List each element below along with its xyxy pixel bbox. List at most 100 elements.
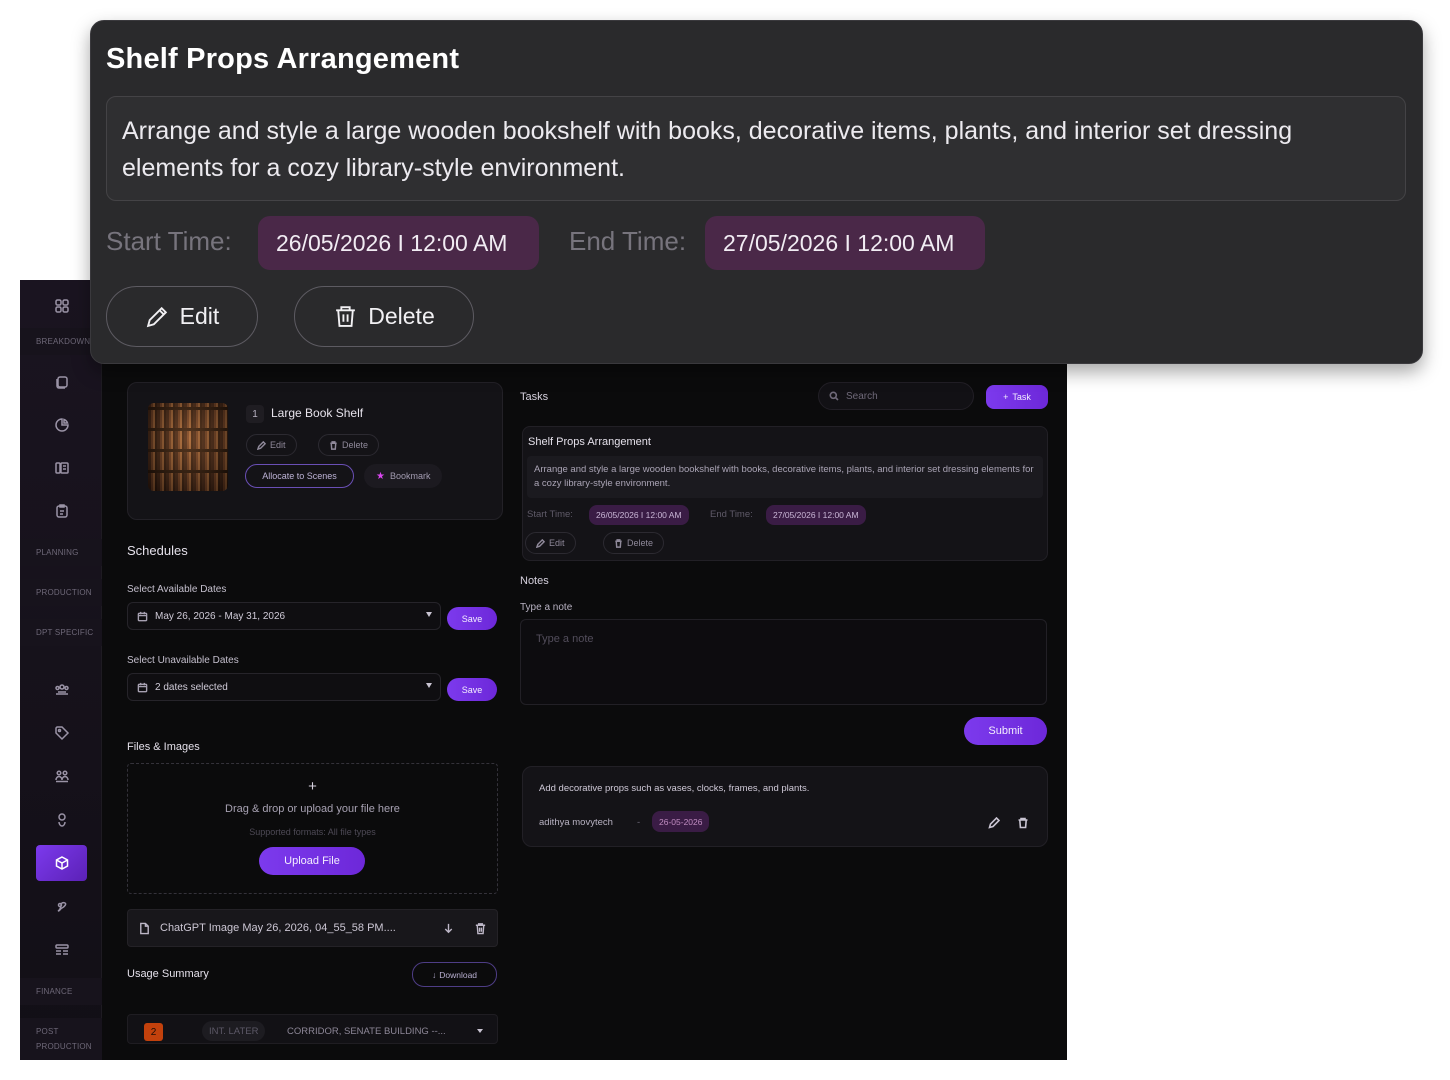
task-end-label: End Time: bbox=[710, 509, 753, 520]
tasks-title: Tasks bbox=[520, 391, 549, 403]
usage-row-location: CORRIDOR, SENATE BUILDING --... bbox=[287, 1026, 446, 1037]
popover-edit-button[interactable]: Edit bbox=[106, 286, 258, 347]
tag-icon[interactable] bbox=[36, 715, 87, 751]
popover-end-value: 27/05/2026 I 12:00 AM bbox=[705, 216, 985, 270]
file-icon bbox=[140, 922, 149, 934]
popover-description: Arrange and style a large wooden bookshe… bbox=[106, 96, 1406, 201]
popover-title: Shelf Props Arrangement bbox=[106, 43, 460, 75]
chevron-down-icon bbox=[477, 1029, 483, 1033]
save-unavailable-button[interactable]: Save bbox=[447, 678, 497, 701]
unavailable-dates-select[interactable]: 2 dates selected bbox=[127, 673, 441, 701]
task-card[interactable]: Shelf Props Arrangement Arrange and styl… bbox=[522, 426, 1048, 561]
dashboard-icon[interactable] bbox=[36, 288, 87, 324]
save-available-button[interactable]: Save bbox=[447, 607, 497, 630]
popover-delete-label: Delete bbox=[368, 303, 435, 329]
note-textarea[interactable]: Type a note bbox=[520, 619, 1047, 705]
pencil-icon bbox=[257, 440, 266, 450]
sidebar-label-planning: PLANNING bbox=[20, 539, 102, 566]
bookmark-label: Bookmark bbox=[389, 471, 431, 481]
usage-row[interactable]: 2 INT. LATER CORRIDOR, SENATE BUILDING -… bbox=[127, 1014, 498, 1044]
dropzone-text: Drag & drop or upload your file here bbox=[225, 803, 400, 815]
task-edit-label: Edit bbox=[549, 538, 565, 548]
sidebar: BREAKDOWN PLANNING PRODUCTION DPT SPECIF… bbox=[20, 280, 102, 1060]
pencil-icon bbox=[536, 538, 545, 548]
sidebar-label-finance: FINANCE bbox=[20, 978, 102, 1005]
star-icon: ★ bbox=[376, 470, 385, 482]
prop-delete-label: Delete bbox=[342, 440, 369, 450]
chevron-down-icon bbox=[426, 683, 432, 688]
task-delete-button[interactable]: Delete bbox=[603, 532, 665, 554]
team-icon[interactable] bbox=[36, 672, 87, 708]
prop-thumbnail bbox=[148, 403, 228, 491]
prop-edit-button[interactable]: Edit bbox=[246, 434, 297, 456]
prop-delete-button[interactable]: Delete bbox=[318, 434, 380, 456]
task-end-value: 27/05/2026 I 12:00 AM bbox=[766, 505, 866, 525]
unavailable-dates-value: 2 dates selected bbox=[155, 681, 228, 693]
calendar-icon bbox=[137, 611, 148, 621]
chevron-down-icon bbox=[426, 612, 432, 617]
upload-file-button[interactable]: Upload File bbox=[259, 847, 365, 875]
prop-number-badge: 1 bbox=[246, 405, 264, 423]
popover-delete-button[interactable]: Delete bbox=[294, 286, 474, 347]
pencil-icon[interactable] bbox=[988, 816, 1001, 829]
clapper-icon[interactable] bbox=[36, 450, 87, 486]
available-dates-label: Select Available Dates bbox=[127, 584, 227, 595]
trash-icon bbox=[336, 306, 356, 327]
notes-title: Notes bbox=[520, 575, 549, 587]
note-placeholder: Type a note bbox=[536, 633, 594, 645]
task-start-value: 26/05/2026 I 12:00 AM bbox=[589, 505, 689, 525]
pie-chart-icon[interactable] bbox=[36, 407, 87, 443]
task-card-title: Shelf Props Arrangement bbox=[528, 436, 651, 448]
supported-formats: Supported formats: All file types bbox=[249, 827, 376, 837]
calendar-icon bbox=[137, 682, 148, 692]
trash-icon bbox=[330, 440, 337, 450]
task-search-input[interactable]: Search bbox=[818, 382, 974, 410]
app-window: BREAKDOWN PLANNING PRODUCTION DPT SPECIF… bbox=[20, 280, 1067, 1060]
prop-card: 1 Large Book Shelf Edit Delete Allocate … bbox=[127, 382, 503, 520]
usage-row-tag: INT. LATER bbox=[202, 1021, 266, 1041]
trash-icon[interactable] bbox=[1017, 816, 1029, 829]
costume-icon[interactable] bbox=[36, 802, 87, 838]
files-title: Files & Images bbox=[127, 741, 200, 753]
submit-note-button[interactable]: Submit bbox=[964, 717, 1047, 745]
list-settings-icon[interactable] bbox=[36, 932, 87, 968]
props-icon[interactable] bbox=[36, 845, 87, 881]
sidebar-label-production: PRODUCTION bbox=[20, 579, 102, 606]
task-card-description: Arrange and style a large wooden bookshe… bbox=[527, 456, 1043, 498]
note-separator: - bbox=[637, 817, 641, 828]
task-edit-button[interactable]: Edit bbox=[525, 532, 576, 554]
note-text: Add decorative props such as vases, cloc… bbox=[539, 783, 810, 794]
file-name: ChatGPT Image May 26, 2026, 04_55_58 PM.… bbox=[160, 922, 396, 934]
note-author: adithya movytech bbox=[539, 817, 613, 828]
popover-end-label: End Time: bbox=[569, 226, 687, 256]
script-icon[interactable] bbox=[36, 364, 87, 400]
crowd-icon[interactable] bbox=[36, 758, 87, 794]
download-icon: ↓ bbox=[431, 969, 437, 980]
task-detail-popover: Shelf Props Arrangement Arrange and styl… bbox=[90, 20, 1423, 364]
popover-start-value: 26/05/2026 I 12:00 AM bbox=[258, 216, 539, 270]
uploaded-file-row: ChatGPT Image May 26, 2026, 04_55_58 PM.… bbox=[127, 909, 498, 947]
add-task-button[interactable]: + Task bbox=[986, 385, 1048, 409]
file-dropzone[interactable]: + Drag & drop or upload your file here S… bbox=[127, 763, 498, 894]
sidebar-label-dpt-specific: DPT SPECIFIC bbox=[20, 619, 102, 646]
allocate-to-scenes-button[interactable]: Allocate to Scenes bbox=[245, 464, 354, 488]
popover-edit-label: Edit bbox=[179, 303, 220, 329]
clipboard-icon[interactable] bbox=[36, 493, 87, 529]
prop-edit-label: Edit bbox=[270, 440, 286, 450]
add-task-label: Task bbox=[1012, 392, 1031, 402]
available-dates-select[interactable]: May 26, 2026 - May 31, 2026 bbox=[127, 602, 441, 630]
task-start-label: Start Time: bbox=[527, 509, 573, 520]
makeup-icon[interactable] bbox=[36, 889, 87, 925]
usage-summary-title: Usage Summary bbox=[127, 968, 209, 980]
plus-icon: + bbox=[308, 778, 317, 795]
sidebar-label-post-production: POST PRODUCTION bbox=[20, 1018, 102, 1060]
download-arrow-icon[interactable] bbox=[442, 922, 455, 935]
task-delete-label: Delete bbox=[627, 538, 654, 548]
trash-icon bbox=[615, 538, 622, 548]
bookmark-button[interactable]: ★ Bookmark bbox=[364, 464, 443, 488]
note-input-label: Type a note bbox=[520, 602, 573, 613]
schedules-title: Schedules bbox=[127, 543, 188, 558]
note-card: Add decorative props such as vases, cloc… bbox=[522, 766, 1048, 847]
download-button[interactable]: ↓ Download bbox=[412, 962, 497, 987]
trash-icon[interactable] bbox=[474, 922, 487, 935]
